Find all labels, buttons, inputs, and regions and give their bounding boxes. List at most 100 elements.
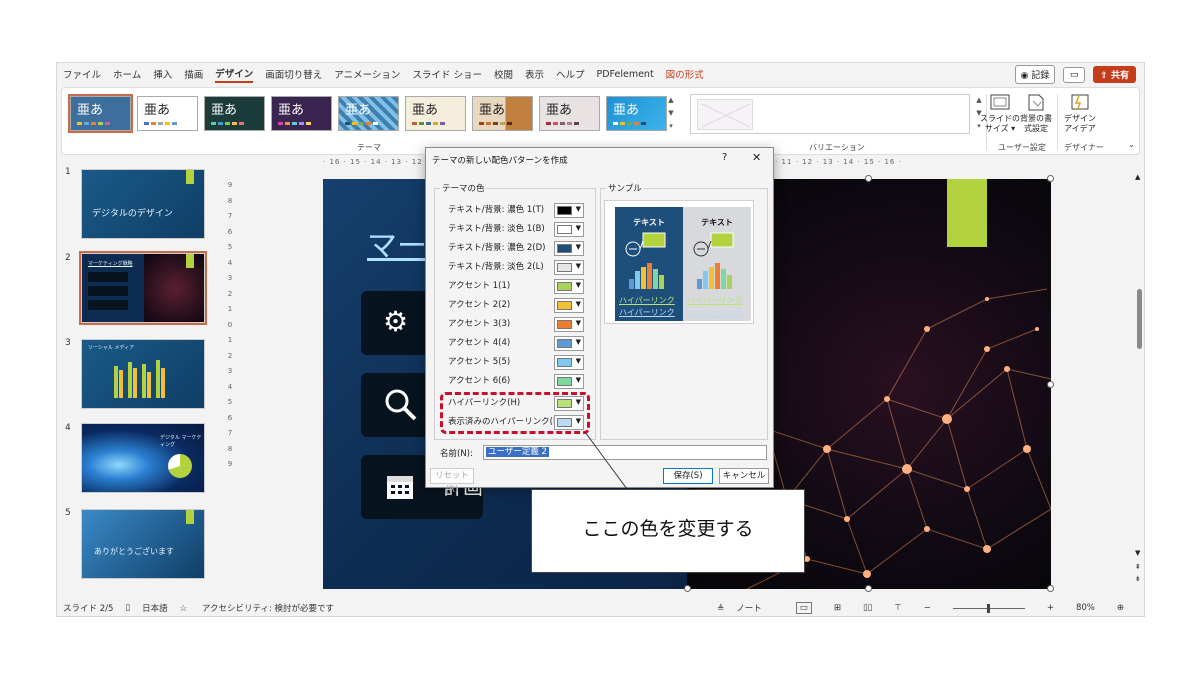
search-icon: [385, 389, 417, 421]
sample-followed-hyperlink: ハイパーリンク: [619, 308, 675, 317]
format-background-button[interactable]: 背景の書 式設定: [1016, 92, 1056, 134]
tab-picture-format[interactable]: 図の形式: [666, 67, 704, 81]
ribbon-collapse-icon[interactable]: ⌄: [1128, 140, 1135, 149]
color-row-label: テキスト/背景: 淡色 2(L): [448, 262, 544, 272]
language-indicator[interactable]: 日本語: [142, 602, 168, 614]
tab-review[interactable]: 校閲: [494, 67, 513, 81]
slideshow-icon[interactable]: ⊤: [894, 603, 901, 613]
record-button[interactable]: ◉ 記録: [1014, 65, 1056, 84]
scroll-down-icon[interactable]: ▼: [1135, 549, 1140, 557]
tab-view[interactable]: 表示: [525, 67, 544, 81]
resize-handle[interactable]: [1047, 381, 1054, 388]
color-swatch: [557, 301, 572, 310]
thumbnail-title: ありがとうございます: [94, 547, 174, 556]
tab-insert[interactable]: 挿入: [153, 67, 172, 81]
resize-handle[interactable]: [1047, 175, 1054, 182]
slide-thumbnail-4[interactable]: デジタル マーケティング: [81, 423, 205, 493]
reset-button[interactable]: リセット(R): [430, 468, 474, 495]
scroll-up-icon[interactable]: ▲: [1135, 173, 1140, 181]
resize-handle[interactable]: [684, 585, 691, 592]
tab-pdfelement[interactable]: PDFelement: [597, 69, 654, 80]
color-picker-followed-hyperlink[interactable]: ▼: [554, 415, 584, 430]
tab-help[interactable]: ヘルプ: [556, 67, 585, 81]
resize-handle[interactable]: [865, 175, 872, 182]
ruler-tick: 8: [227, 444, 233, 453]
reading-view-icon[interactable]: ▯▯: [863, 603, 872, 613]
color-picker-accent1[interactable]: ▼: [554, 279, 584, 294]
slide-thumbnail-2[interactable]: マーケティング戦略: [79, 251, 207, 325]
thumbnail-number: 4: [65, 423, 71, 433]
slide-sorter-icon[interactable]: ⊞: [834, 603, 841, 613]
ruler-tick: 1: [227, 305, 233, 313]
design-ideas-button[interactable]: デザイン アイデア: [1060, 92, 1100, 134]
theme-thumbnail[interactable]: 亜あ: [68, 94, 133, 133]
color-swatch: [557, 244, 572, 253]
slide-size-button[interactable]: スライドの サイズ ▾: [980, 92, 1020, 134]
variation-thumbnail[interactable]: [697, 99, 753, 130]
color-picker-dark1[interactable]: ▼: [554, 203, 584, 218]
resize-handle[interactable]: [1047, 585, 1054, 592]
zoom-level[interactable]: 80%: [1076, 603, 1095, 613]
zoom-slider-thumb[interactable]: [986, 603, 990, 613]
theme-thumbnail[interactable]: 亜あ: [271, 96, 332, 131]
vertical-scrollbar[interactable]: ▲ ▼ ⇞ ⇟: [1135, 173, 1144, 593]
name-field[interactable]: ユーザー定義 2: [483, 445, 767, 460]
theme-thumbnail[interactable]: 亜あ: [338, 96, 399, 131]
slide-size-icon: [989, 92, 1011, 112]
next-slide-icon[interactable]: ⇟: [1135, 575, 1141, 583]
name-value: ユーザー定義 2: [486, 447, 549, 457]
zoom-out-icon[interactable]: −: [924, 603, 931, 613]
theme-thumbnail[interactable]: 亜あ: [539, 96, 600, 131]
spellcheck-icon[interactable]: ▯: [125, 603, 130, 613]
color-picker-light2[interactable]: ▼: [554, 260, 584, 275]
save-button[interactable]: 保存(S): [663, 468, 713, 484]
normal-view-icon[interactable]: ▭: [795, 602, 812, 614]
tab-draw[interactable]: 描画: [184, 67, 203, 81]
theme-thumbnail[interactable]: 亜あ: [405, 96, 466, 131]
zoom-in-icon[interactable]: +: [1047, 603, 1054, 613]
theme-thumbnail[interactable]: 亜あ: [606, 96, 667, 131]
help-icon[interactable]: ?: [722, 152, 727, 163]
tab-transitions[interactable]: 画面切り替え: [265, 67, 322, 81]
close-icon[interactable]: ✕: [752, 151, 761, 164]
color-picker-accent4[interactable]: ▼: [554, 336, 584, 351]
theme-thumbnail[interactable]: 亜あ: [472, 96, 533, 131]
theme-thumbnail[interactable]: 亜あ: [137, 96, 198, 131]
tab-slideshow[interactable]: スライド ショー: [412, 67, 482, 81]
slide-thumbnail-5[interactable]: ありがとうございます: [81, 509, 205, 579]
cancel-button[interactable]: キャンセル: [719, 468, 769, 484]
color-picker-dark2[interactable]: ▼: [554, 241, 584, 256]
zoom-slider[interactable]: [952, 603, 1025, 613]
dropdown-arrow-icon: ▼: [575, 300, 581, 308]
theme-thumbnail[interactable]: 亜あ: [204, 96, 265, 131]
comment-icon[interactable]: ▭: [1063, 66, 1086, 83]
ruler-tick: 2: [227, 351, 233, 360]
ruler-tick: 4: [227, 258, 233, 267]
color-picker-hyperlink[interactable]: ▼: [554, 396, 584, 411]
tab-animations[interactable]: アニメーション: [334, 67, 400, 81]
color-picker-accent2[interactable]: ▼: [554, 298, 584, 313]
fit-to-window-icon[interactable]: ⊕: [1117, 603, 1124, 613]
dropdown-arrow-icon: ▼: [575, 417, 581, 425]
slide-thumbnail-1[interactable]: デジタルのデザイン: [81, 169, 205, 239]
color-picker-accent6[interactable]: ▼: [554, 374, 584, 389]
share-button[interactable]: ⇧ 共有: [1093, 66, 1136, 83]
color-picker-accent3[interactable]: ▼: [554, 317, 584, 332]
tab-file[interactable]: ファイル: [63, 67, 101, 81]
color-row-label: 表示済みのハイパーリンク(F): [448, 417, 562, 427]
tab-home[interactable]: ホーム: [113, 67, 141, 81]
notes-label: ノート: [736, 604, 762, 614]
color-picker-accent5[interactable]: ▼: [554, 355, 584, 370]
variation-x-icon: [701, 103, 751, 128]
prev-slide-icon[interactable]: ⇞: [1135, 563, 1141, 571]
notes-button[interactable]: ≜ ノート: [717, 602, 774, 614]
theme-preview-text: 亜あ: [412, 103, 439, 118]
slide-thumbnail-3[interactable]: ソーシャル メディア: [81, 339, 205, 409]
accessibility-indicator[interactable]: ☆ アクセシビリティ: 検討が必要です: [180, 602, 346, 614]
tab-design[interactable]: デザイン: [215, 66, 254, 83]
slide-accent-block: [947, 179, 987, 247]
gallery-scroll[interactable]: ▲ ▼ ▾: [666, 94, 676, 134]
color-picker-light1[interactable]: ▼: [554, 222, 584, 237]
resize-handle[interactable]: [865, 585, 872, 592]
scrollbar-thumb[interactable]: [1137, 289, 1142, 349]
